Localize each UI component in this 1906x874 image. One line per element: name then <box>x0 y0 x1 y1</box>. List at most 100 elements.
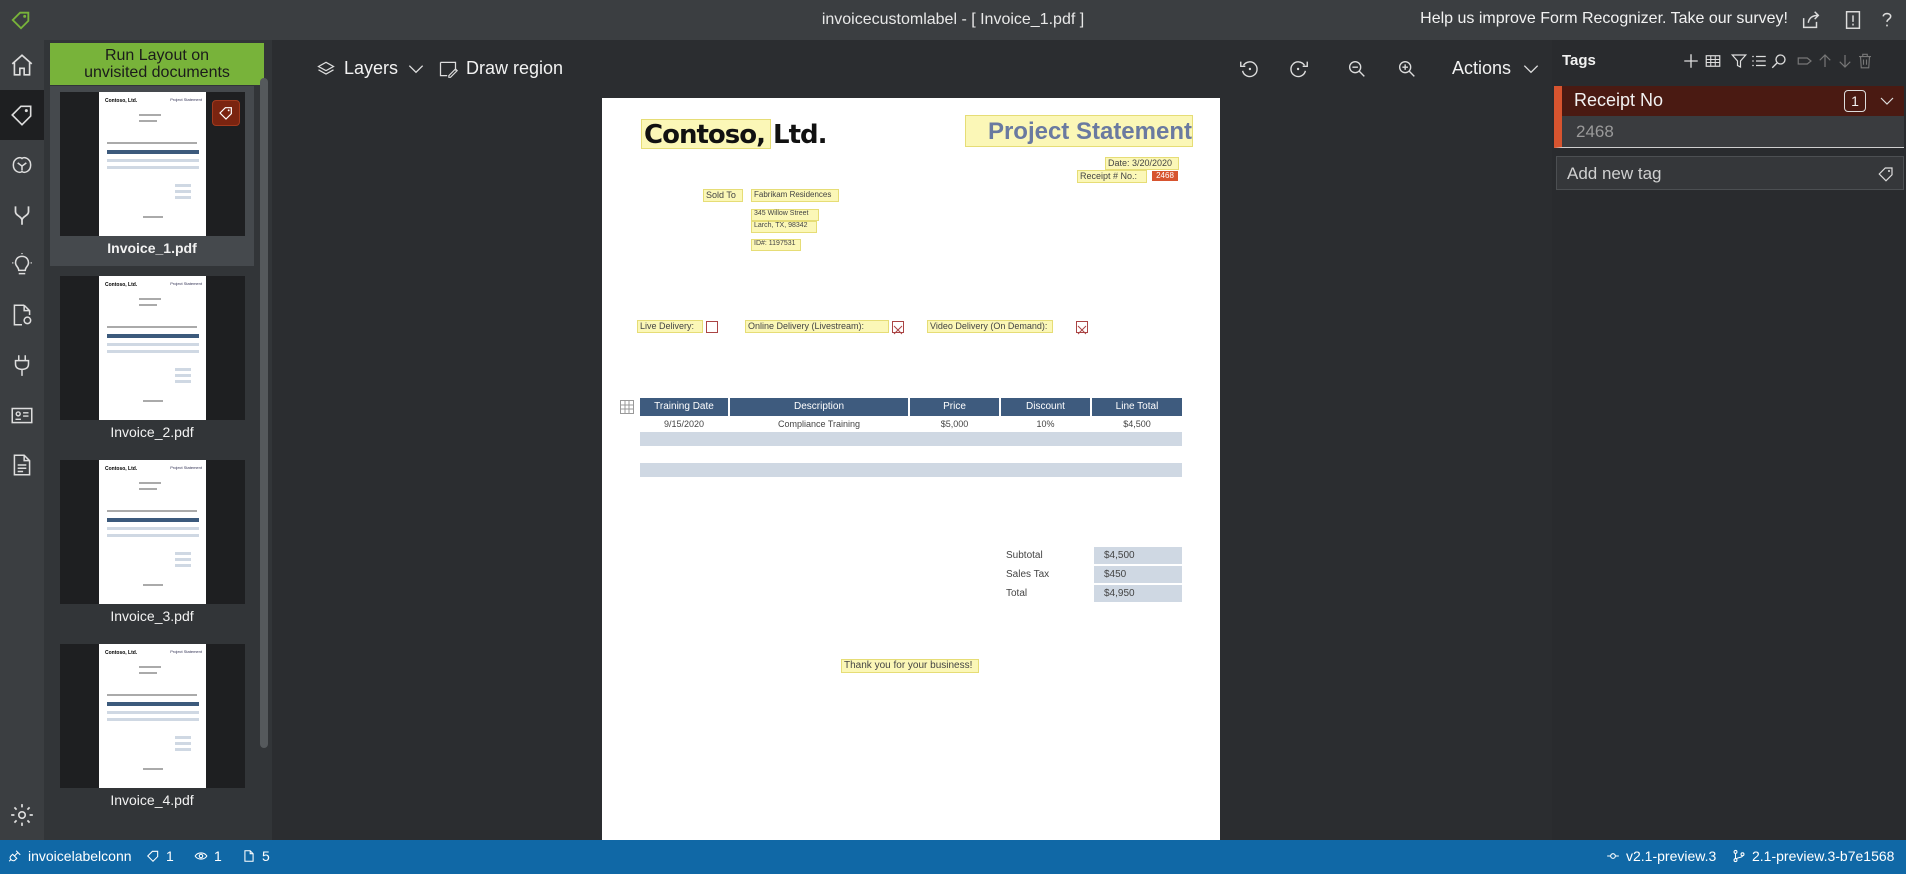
status-connection[interactable]: invoicelabelconn <box>8 848 132 864</box>
tags-pane: Tags Receipt No 1 2468 <box>1552 40 1906 840</box>
document-page[interactable]: Contoso, Ltd. Project Statement Date: 3/… <box>602 98 1220 840</box>
mini-title: Project Statement <box>170 281 202 286</box>
table-header-cell[interactable]: Description <box>730 398 908 416</box>
tag-value-row[interactable]: 2468 <box>1554 116 1904 148</box>
checkbox-mark-icon <box>1077 325 1087 335</box>
doc-total[interactable]: $4,950 <box>1094 585 1182 602</box>
arrow-up-icon[interactable] <box>1816 52 1834 70</box>
document-gear-icon <box>13 304 32 326</box>
doc-subtotal-label[interactable]: Subtotal <box>1006 550 1043 561</box>
table-cell[interactable]: 9/15/2020 <box>640 417 728 431</box>
draw-region-button[interactable]: Draw region <box>438 58 563 79</box>
document-thumbnail[interactable]: Contoso, Ltd. Project Statement Invoice_2.… <box>50 270 254 450</box>
nav-train[interactable] <box>0 140 44 190</box>
thumbnail-frame: Contoso, Ltd. Project Statement <box>60 644 245 788</box>
doc-sold-to[interactable]: Sold To <box>706 190 736 200</box>
doc-company[interactable]: Contoso, Ltd. <box>644 120 827 150</box>
api-icon <box>1607 853 1619 859</box>
tag-count-badge: 1 <box>1844 90 1866 112</box>
doc-video-delivery[interactable]: Video Delivery (On Demand): <box>930 321 1047 331</box>
table-add-icon[interactable] <box>1704 52 1722 70</box>
doc-title[interactable]: Project Statement <box>988 118 1192 146</box>
layers-icon <box>317 61 335 75</box>
table-cell[interactable]: Compliance Training <box>730 417 908 431</box>
add-tag-input[interactable] <box>1567 164 1857 184</box>
status-build: 2.1-preview.3-b7e1568 <box>1732 848 1894 864</box>
nav-prebuilt[interactable] <box>0 390 44 440</box>
doc-thanks[interactable]: Thank you for your business! <box>844 660 972 671</box>
share-icon[interactable] <box>1800 9 1822 31</box>
add-tag-field[interactable] <box>1556 156 1904 190</box>
tags-header: Tags <box>1552 40 1906 82</box>
doc-id[interactable]: ID#: 1197531 <box>754 240 796 247</box>
filter-icon[interactable] <box>1730 52 1748 70</box>
zoom-out-icon[interactable] <box>1346 58 1368 80</box>
doc-tax-label[interactable]: Sales Tax <box>1006 569 1049 580</box>
survey-link[interactable]: Help us improve Form Recognizer. Take ou… <box>1420 10 1788 28</box>
thumbnail-filename: Invoice_2.pdf <box>110 424 194 440</box>
doc-live-delivery[interactable]: Live Delivery: <box>640 321 694 331</box>
document-thumbnail[interactable]: Contoso, Ltd. Project Statement Invoice_4.… <box>50 638 254 818</box>
doc-receipt-label[interactable]: Receipt # No.: <box>1080 171 1137 181</box>
tag-label-icon[interactable] <box>1796 52 1814 70</box>
table-header-cell[interactable]: Price <box>910 398 999 416</box>
nav-model-settings[interactable] <box>0 290 44 340</box>
checkbox-mark-icon <box>893 325 903 335</box>
doc-online-checkbox[interactable] <box>892 321 904 335</box>
rotate-right-icon[interactable] <box>1288 58 1310 80</box>
document-thumbnail[interactable]: Contoso, Ltd. Project Statement Invoice_3.… <box>50 454 254 634</box>
table-cell[interactable]: $5,000 <box>910 417 999 431</box>
tag-item-receipt-no[interactable]: Receipt No 1 <box>1554 86 1904 116</box>
doc-total-label[interactable]: Total <box>1006 588 1027 599</box>
nav-settings[interactable] <box>0 790 44 840</box>
table-header-cell[interactable]: Line Total <box>1092 398 1182 416</box>
add-icon[interactable] <box>1682 52 1700 70</box>
mini-title: Project Statement <box>170 465 202 470</box>
draw-region-icon <box>439 61 458 78</box>
doc-subtotal[interactable]: $4,500 <box>1094 547 1182 564</box>
doc-online-delivery[interactable]: Online Delivery (Livestream): <box>748 321 864 331</box>
feedback-icon[interactable] <box>1842 9 1864 31</box>
doc-video-checkbox[interactable] <box>1076 321 1088 335</box>
layers-dropdown[interactable]: Layers <box>316 58 426 79</box>
search-icon[interactable] <box>1770 52 1788 70</box>
zoom-in-icon[interactable] <box>1396 58 1418 80</box>
delete-icon[interactable] <box>1856 52 1874 70</box>
thumbnail-page: Contoso, Ltd. Project Statement <box>99 92 206 236</box>
thumbnail-frame: Contoso, Ltd. Project Statement <box>60 460 245 604</box>
rotate-left-icon[interactable] <box>1238 58 1260 80</box>
doc-customer[interactable]: Fabrikam Residences <box>754 190 831 199</box>
actions-dropdown[interactable]: Actions <box>1452 58 1541 79</box>
nav-connections[interactable] <box>0 340 44 390</box>
run-layout-button[interactable]: Run Layout on unvisited documents <box>50 43 264 85</box>
nav-tag-editor[interactable] <box>0 90 44 140</box>
table-header-cell[interactable]: Training Date <box>640 398 728 416</box>
nav-rail <box>0 40 44 840</box>
list-icon[interactable] <box>1750 52 1768 70</box>
nav-compose[interactable] <box>0 190 44 240</box>
table-icon[interactable] <box>620 400 634 414</box>
nav-layout[interactable] <box>0 440 44 490</box>
thumbnail-scrollbar[interactable] <box>260 78 268 748</box>
help-icon[interactable] <box>1876 9 1898 31</box>
document-canvas[interactable]: Contoso, Ltd. Project Statement Date: 3/… <box>272 98 1552 840</box>
nav-analyze[interactable] <box>0 240 44 290</box>
nav-home[interactable] <box>0 40 44 90</box>
chevron-down-icon[interactable] <box>1878 92 1896 110</box>
thumbnail-filename: Invoice_1.pdf <box>107 240 197 256</box>
doc-address1[interactable]: 345 Willow Street <box>754 210 808 217</box>
table-row-empty <box>640 432 1182 446</box>
table-header-cell[interactable]: Discount <box>1001 398 1090 416</box>
doc-date[interactable]: Date: 3/20/2020 <box>1108 158 1172 168</box>
table-cell[interactable]: 10% <box>1001 417 1090 431</box>
document-thumbnail[interactable]: Contoso, Ltd. Project Statement Invoice_1.… <box>50 86 254 266</box>
tag-icon <box>219 107 232 120</box>
branch-icon <box>1733 849 1745 863</box>
doc-tax[interactable]: $450 <box>1094 566 1182 583</box>
doc-receipt-value-tagged[interactable]: 2468 <box>1152 171 1178 181</box>
table-cell[interactable]: $4,500 <box>1092 417 1182 431</box>
doc-live-checkbox[interactable] <box>706 321 718 333</box>
tag-icon[interactable] <box>1877 165 1895 183</box>
doc-address2[interactable]: Larch, TX, 98342 <box>754 222 808 229</box>
arrow-down-icon[interactable] <box>1836 52 1854 70</box>
